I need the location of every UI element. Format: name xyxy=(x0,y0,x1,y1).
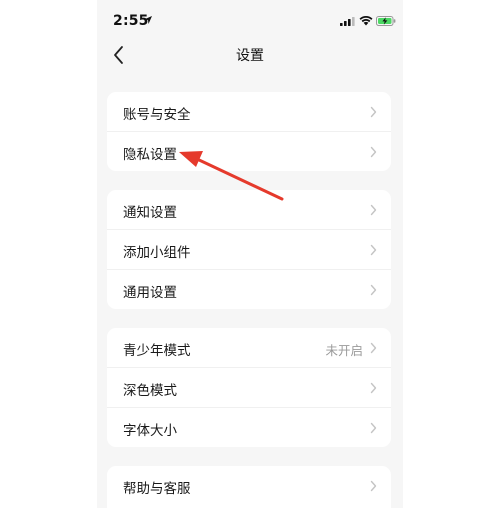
teen-mode-status: 未开启 xyxy=(325,343,363,358)
wifi-icon xyxy=(359,15,373,26)
settings-row-account-security[interactable]: 账号与安全 xyxy=(107,92,391,132)
row-label: 隐私设置 xyxy=(123,147,177,163)
chevron-right-icon xyxy=(370,422,377,434)
location-arrow-icon xyxy=(144,16,152,24)
row-label: 账号与安全 xyxy=(123,107,191,123)
settings-row-help[interactable]: 帮助与客服 xyxy=(107,466,391,505)
settings-row-teen-mode[interactable]: 青少年模式 未开启 xyxy=(107,328,391,368)
phone-screen: 2:55 设置 账号与安全 隐私设置 通知设置 添加小组件 通用设置 青少年模式… xyxy=(97,0,403,508)
cellular-signal-icon xyxy=(340,17,355,26)
chevron-right-icon xyxy=(370,204,377,216)
settings-group-account: 账号与安全 隐私设置 xyxy=(107,92,391,171)
chevron-right-icon xyxy=(370,480,377,492)
row-label: 字体大小 xyxy=(123,423,177,439)
page-title: 设置 xyxy=(236,48,264,64)
row-label: 通知设置 xyxy=(123,205,177,221)
row-label: 青少年模式 xyxy=(123,343,191,359)
battery-charging-icon xyxy=(376,16,396,26)
chevron-right-icon xyxy=(370,244,377,256)
row-label: 帮助与客服 xyxy=(123,481,191,497)
settings-row-dark-mode[interactable]: 深色模式 xyxy=(107,368,391,408)
chevron-right-icon xyxy=(370,342,377,354)
settings-row-notifications[interactable]: 通知设置 xyxy=(107,190,391,230)
row-label: 添加小组件 xyxy=(123,245,191,261)
row-label: 深色模式 xyxy=(123,383,177,399)
settings-row-add-widget[interactable]: 添加小组件 xyxy=(107,230,391,270)
chevron-right-icon xyxy=(370,146,377,158)
settings-row-font-size[interactable]: 字体大小 xyxy=(107,408,391,447)
settings-row-general[interactable]: 通用设置 xyxy=(107,270,391,309)
settings-group-help: 帮助与客服 xyxy=(107,466,391,508)
chevron-right-icon xyxy=(370,284,377,296)
navigation-bar: 设置 xyxy=(97,40,403,70)
settings-group-display: 青少年模式 未开启 深色模式 字体大小 xyxy=(107,328,391,447)
status-bar: 2:55 xyxy=(97,0,403,40)
chevron-right-icon xyxy=(370,382,377,394)
settings-row-privacy[interactable]: 隐私设置 xyxy=(107,132,391,171)
chevron-right-icon xyxy=(370,106,377,118)
settings-group-general: 通知设置 添加小组件 通用设置 xyxy=(107,190,391,309)
row-label: 通用设置 xyxy=(123,285,177,301)
